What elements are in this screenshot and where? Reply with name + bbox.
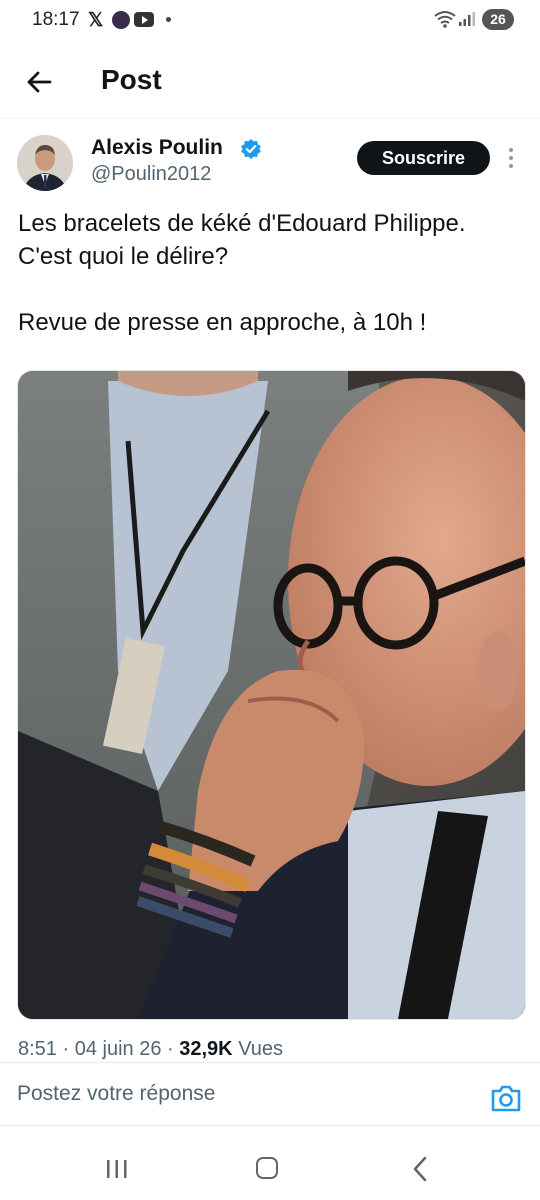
more-options-button[interactable] [504, 146, 518, 172]
tweet-date: 04 juin 26 [74, 1038, 162, 1060]
battery-icon: 26 [482, 9, 514, 30]
notification-dot [166, 17, 171, 22]
subscribe-button[interactable]: Souscrire [357, 141, 490, 175]
x-app-icon: 𝕏 [88, 10, 104, 31]
more-dot [509, 156, 513, 160]
avatar[interactable] [17, 135, 73, 191]
reply-input[interactable] [17, 1079, 437, 1109]
views-label: Vues [238, 1038, 284, 1060]
reply-bar [0, 1062, 540, 1126]
camera-button[interactable] [490, 1083, 522, 1113]
home-icon[interactable] [256, 1157, 278, 1179]
tweet-time: 8:51 [18, 1038, 57, 1060]
back-icon[interactable] [409, 1155, 433, 1183]
photo-image [18, 371, 525, 1019]
page-title: Post [101, 64, 162, 95]
youtube-icon [134, 12, 154, 27]
views-count[interactable]: 32,9K [179, 1038, 232, 1060]
tweet-line: Les bracelets de kéké d'Edouard Philippe… [18, 210, 466, 270]
back-button[interactable] [20, 62, 60, 102]
more-dot [509, 164, 513, 168]
top-app-bar: Post [0, 40, 540, 119]
status-bar: 18:17 𝕏 26 [0, 0, 540, 40]
signal-icon [459, 12, 475, 26]
author-handle[interactable]: @Poulin2012 [91, 163, 211, 186]
more-vertical-icon [509, 148, 513, 152]
recent-apps-icon[interactable] [105, 1158, 129, 1180]
avatar-image [17, 135, 73, 191]
tweet-meta: 8:51 · 04 juin 26 · 32,9K Vues [18, 1038, 284, 1060]
app-icon [112, 11, 130, 29]
tweet-line: Revue de presse en approche, à 10h ! [18, 309, 427, 336]
status-time: 18:17 [32, 9, 80, 30]
verified-badge-icon [241, 139, 261, 159]
tweet-text: Les bracelets de kéké d'Edouard Philippe… [18, 207, 523, 339]
tweet-photo[interactable] [17, 370, 526, 1020]
arrow-left-icon [27, 71, 52, 93]
camera-icon [491, 1085, 521, 1112]
system-nav-bar [0, 1138, 540, 1200]
author-name[interactable]: Alexis Poulin [91, 136, 223, 160]
wifi-icon [434, 11, 456, 28]
